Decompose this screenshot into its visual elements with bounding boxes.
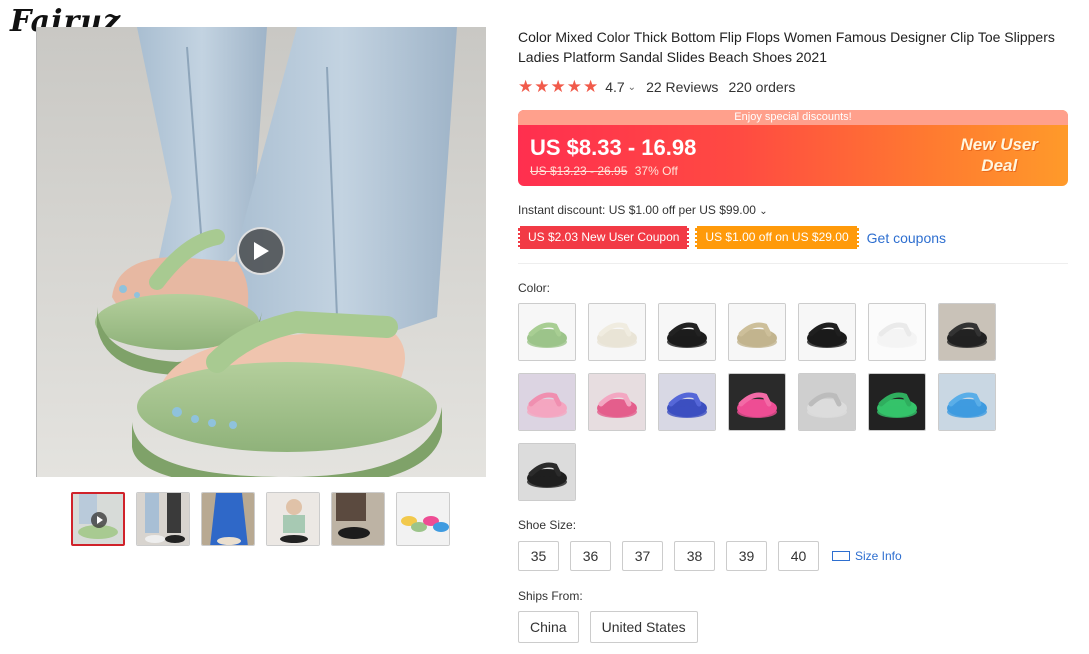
color-swatch-grey-photo[interactable] — [798, 373, 856, 431]
new-user-coupon[interactable]: US $2.03 New User Coupon — [518, 226, 690, 249]
discount-banner-text: Enjoy special discounts! — [518, 110, 1068, 125]
swatch-image — [869, 374, 925, 430]
thumbnail-blue-dress[interactable] — [201, 492, 255, 546]
color-swatch-black-pair-photo[interactable] — [518, 443, 576, 501]
thumbnail-image — [137, 493, 189, 545]
color-swatch-white[interactable] — [868, 303, 926, 361]
swatch-image — [729, 304, 785, 360]
main-product-image[interactable] — [36, 27, 486, 477]
color-label: Color: — [518, 281, 551, 295]
ships-from-united-states[interactable]: United States — [589, 611, 698, 643]
swatch-image — [659, 374, 715, 430]
chevron-down-icon[interactable]: ⌄ — [628, 82, 636, 93]
color-swatches — [518, 303, 1008, 501]
ships-from-china[interactable]: China — [518, 611, 579, 643]
thumbnail-black-pair[interactable] — [331, 492, 385, 546]
instant-discount[interactable]: Instant discount: US $1.00 off per US $9… — [518, 203, 768, 217]
chevron-down-icon: ⌄ — [759, 206, 768, 217]
swatch-image — [939, 304, 995, 360]
rating-value[interactable]: 4.7 — [605, 79, 624, 95]
swatch-image — [729, 374, 785, 430]
get-coupons-link[interactable]: Get coupons — [867, 230, 946, 246]
divider — [518, 263, 1068, 264]
play-icon — [254, 242, 269, 260]
thumbnail-color-lineup[interactable] — [396, 492, 450, 546]
thumbnail-image — [267, 493, 319, 545]
play-icon — [91, 512, 107, 528]
thumbnail-image — [202, 493, 254, 545]
thumbnail-strip — [71, 492, 450, 546]
thumbnail-sitting-model[interactable] — [266, 492, 320, 546]
color-swatch-khaki[interactable] — [728, 303, 786, 361]
ruler-icon — [832, 551, 850, 561]
color-swatch-cream[interactable] — [588, 303, 646, 361]
color-swatch-hotpink-photo[interactable] — [728, 373, 786, 431]
swatch-image — [799, 304, 855, 360]
color-swatch-blue-photo[interactable] — [658, 373, 716, 431]
thumbnail-image — [397, 493, 449, 545]
color-swatch-black-2[interactable] — [798, 303, 856, 361]
size-info-text: Size Info — [855, 549, 902, 563]
size-option-35[interactable]: 35 — [518, 541, 559, 571]
product-info: Color Mixed Color Thick Bottom Flip Flop… — [518, 27, 1070, 97]
thumbnail-video[interactable] — [71, 492, 125, 546]
color-swatch-green[interactable] — [518, 303, 576, 361]
play-video-button[interactable] — [237, 227, 285, 275]
swatch-image — [519, 374, 575, 430]
price-banner: Enjoy special discounts! US $8.33 - 16.9… — [518, 110, 1068, 186]
color-swatch-green-photo[interactable] — [868, 373, 926, 431]
deal-line-1: New User — [960, 135, 1038, 154]
swatch-image — [799, 374, 855, 430]
size-option-39[interactable]: 39 — [726, 541, 767, 571]
original-price-row: US $13.23 - 26.95 37% Off — [530, 164, 678, 178]
instant-discount-text: Instant discount: US $1.00 off per US $9… — [518, 203, 756, 217]
coupon-row: US $2.03 New User Coupon US $1.00 off on… — [518, 226, 946, 249]
size-option-37[interactable]: 37 — [622, 541, 663, 571]
shoe-size-label: Shoe Size: — [518, 518, 577, 532]
swatch-image — [939, 374, 995, 430]
orders-count: 220 orders — [728, 79, 796, 95]
original-price: US $13.23 - 26.95 — [530, 164, 628, 178]
reviews-link[interactable]: 22 Reviews — [646, 79, 718, 95]
discount-percent: 37% Off — [634, 164, 678, 178]
swatch-image — [519, 444, 575, 500]
size-options: 35 36 37 38 39 40 Size Info — [518, 541, 902, 571]
size-option-38[interactable]: 38 — [674, 541, 715, 571]
size-option-36[interactable]: 36 — [570, 541, 611, 571]
swatch-image — [519, 304, 575, 360]
ships-from-options: China United States — [518, 611, 698, 643]
color-swatch-black-photo[interactable] — [938, 303, 996, 361]
size-info-link[interactable]: Size Info — [832, 549, 902, 563]
store-coupon[interactable]: US $1.00 off on US $29.00 — [695, 226, 859, 249]
star-rating-icon: ★★★★★ — [518, 77, 600, 96]
thumbnail-image — [332, 493, 384, 545]
current-price: US $8.33 - 16.98 — [530, 135, 697, 160]
color-swatch-black[interactable] — [658, 303, 716, 361]
swatch-image — [869, 304, 925, 360]
color-swatch-pink-photo[interactable] — [518, 373, 576, 431]
rating-row: ★★★★★ 4.7 ⌄ 22 Reviews 220 orders — [518, 77, 1070, 97]
deal-line-2: Deal — [981, 156, 1018, 175]
swatch-image — [659, 304, 715, 360]
product-title: Color Mixed Color Thick Bottom Flip Flop… — [518, 29, 1055, 65]
swatch-image — [589, 374, 645, 430]
ships-from-label: Ships From: — [518, 589, 583, 603]
new-user-deal-badge: New User Deal — [961, 134, 1038, 176]
color-swatch-skyblue-photo[interactable] — [938, 373, 996, 431]
swatch-image — [589, 304, 645, 360]
thumbnail-model-legs[interactable] — [136, 492, 190, 546]
size-option-40[interactable]: 40 — [778, 541, 819, 571]
color-swatch-rose-photo[interactable] — [588, 373, 646, 431]
